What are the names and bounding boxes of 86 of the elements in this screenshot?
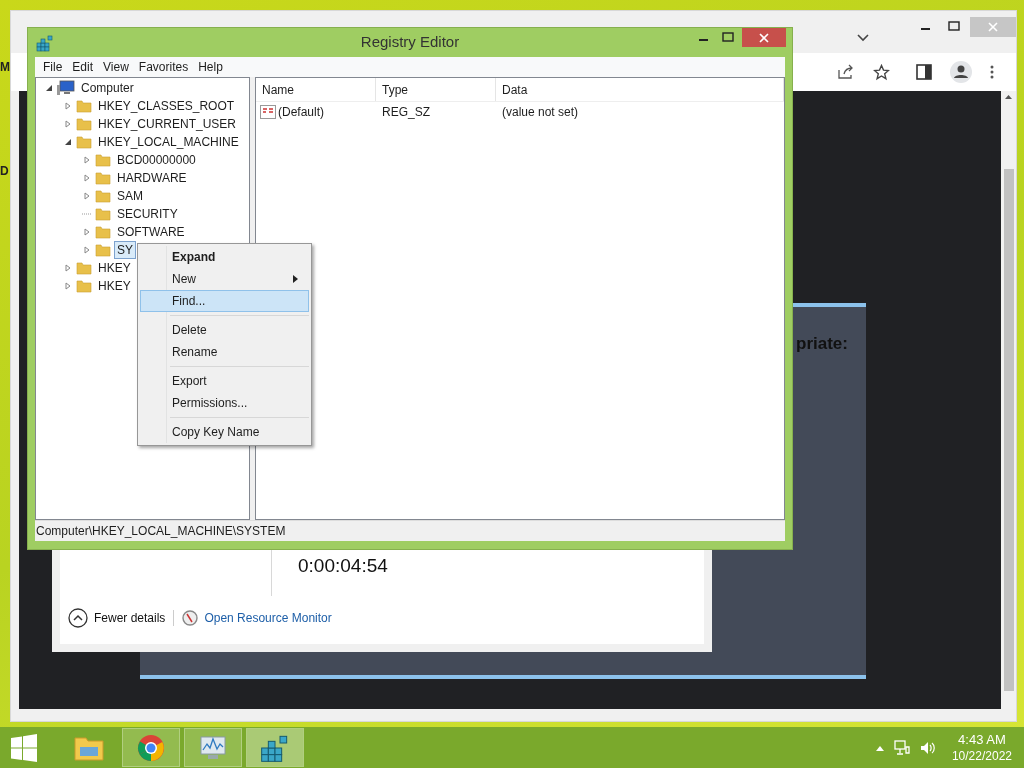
tree-item[interactable]: HARDWARE xyxy=(114,169,190,187)
folder-icon xyxy=(95,152,111,168)
menu-item[interactable]: Delete xyxy=(140,319,309,341)
expand-triangle-icon[interactable] xyxy=(64,264,72,272)
dialog-heading: priate: xyxy=(796,333,848,355)
folder-icon xyxy=(76,134,92,150)
taskbar-button[interactable] xyxy=(122,728,180,767)
star-icon[interactable] xyxy=(873,63,890,81)
gauge-icon xyxy=(182,610,199,626)
menu-item[interactable]: View xyxy=(99,58,133,76)
show-hidden-icons-icon[interactable] xyxy=(875,744,884,751)
menu-item[interactable]: Permissions... xyxy=(140,392,309,414)
folder-icon xyxy=(76,116,92,132)
table-cell-text: (value not set) xyxy=(501,104,580,121)
expand-triangle-icon[interactable] xyxy=(83,174,91,182)
cubes-icon xyxy=(36,33,54,52)
tree-item[interactable]: SECURITY xyxy=(114,205,181,223)
expand-triangle-icon[interactable] xyxy=(83,156,91,164)
tree-item[interactable]: SY xyxy=(114,241,136,259)
tree-item[interactable]: HKEY_CLASSES_ROOT xyxy=(95,97,238,115)
menu-item[interactable]: Rename xyxy=(140,341,309,363)
fewer-details-button[interactable]: Fewer details xyxy=(94,609,166,627)
submenu-arrow-icon xyxy=(293,275,298,283)
chevron-down-icon[interactable] xyxy=(856,33,870,43)
expand-triangle-icon[interactable] xyxy=(83,228,91,236)
close-button[interactable] xyxy=(742,28,786,47)
collapse-triangle-icon[interactable] xyxy=(45,84,53,92)
menu-item[interactable]: Expand xyxy=(140,246,309,268)
tree-item[interactable]: BCD00000000 xyxy=(114,151,199,169)
share-icon[interactable] xyxy=(837,64,855,80)
desktop-icon-label[interactable]: D xyxy=(0,164,9,178)
column-header[interactable]: Data xyxy=(496,78,784,101)
table-cell-text: REG_SZ xyxy=(381,104,431,121)
menu-item[interactable]: Edit xyxy=(68,58,98,76)
chevron-up-circle-icon[interactable] xyxy=(68,608,88,628)
expand-triangle-icon[interactable] xyxy=(64,102,72,110)
folder-icon xyxy=(76,260,92,276)
menu-icon[interactable] xyxy=(990,65,994,79)
string-value-icon xyxy=(260,105,276,119)
close-icon xyxy=(759,32,769,43)
network-icon[interactable] xyxy=(893,739,910,756)
folder-icon xyxy=(95,188,111,204)
taskbar-button[interactable] xyxy=(246,728,304,767)
tree-item[interactable]: HKEY_LOCAL_MACHINE xyxy=(95,133,242,151)
expand-triangle-icon[interactable] xyxy=(83,246,91,254)
tree-item[interactable]: HKEY xyxy=(95,259,134,277)
tree-item[interactable]: SAM xyxy=(114,187,146,205)
monitor-chart-icon xyxy=(198,733,228,762)
folder-icon xyxy=(95,242,111,258)
profile-icon[interactable] xyxy=(950,61,972,83)
resource-monitor-link[interactable]: Open Resource Monitor xyxy=(204,609,332,627)
menu-item[interactable]: Favorites xyxy=(134,58,193,76)
tree-item[interactable]: HKEY_CURRENT_USER xyxy=(95,115,240,133)
menu-item[interactable]: Copy Key Name xyxy=(140,421,309,443)
status-path: Computer\HKEY_LOCAL_MACHINE\SYSTEM xyxy=(36,523,286,540)
menu-item[interactable]: File xyxy=(39,58,67,76)
expand-triangle-icon[interactable] xyxy=(64,282,72,290)
window-title: Registry Editor xyxy=(359,32,461,53)
tree-item[interactable]: Computer xyxy=(78,79,137,97)
computer-icon xyxy=(57,80,75,96)
collapse-triangle-icon[interactable] xyxy=(64,138,72,146)
taskbar-button[interactable] xyxy=(184,728,242,767)
scrollbar-thumb[interactable] xyxy=(1003,169,1014,691)
side-panel-icon[interactable] xyxy=(916,64,932,80)
start-icon[interactable] xyxy=(10,733,38,762)
tree-connector xyxy=(82,213,92,215)
tree-item[interactable]: SOFTWARE xyxy=(114,223,188,241)
folder-icon xyxy=(95,224,111,240)
close-icon xyxy=(988,22,998,32)
column-header[interactable]: Type xyxy=(376,78,496,101)
column-header[interactable]: Name xyxy=(256,78,376,101)
table-cell-text: (Default) xyxy=(278,104,324,121)
desktop-icon-label[interactable]: M xyxy=(0,60,10,74)
chrome-icon xyxy=(137,733,165,762)
tree-item[interactable]: HKEY xyxy=(95,277,134,295)
menu-item[interactable]: Export xyxy=(140,370,309,392)
menu-item[interactable]: Help xyxy=(194,58,227,76)
folder-icon xyxy=(95,206,111,222)
folder-icon xyxy=(95,170,111,186)
menu-item[interactable]: Find... xyxy=(140,290,309,312)
expand-triangle-icon[interactable] xyxy=(64,120,72,128)
folder-icon xyxy=(76,98,92,114)
folder-icon xyxy=(76,278,92,294)
elapsed-time: 0:00:04:54 xyxy=(298,554,388,578)
expand-triangle-icon[interactable] xyxy=(83,192,91,200)
menu-item[interactable]: New xyxy=(140,268,309,290)
